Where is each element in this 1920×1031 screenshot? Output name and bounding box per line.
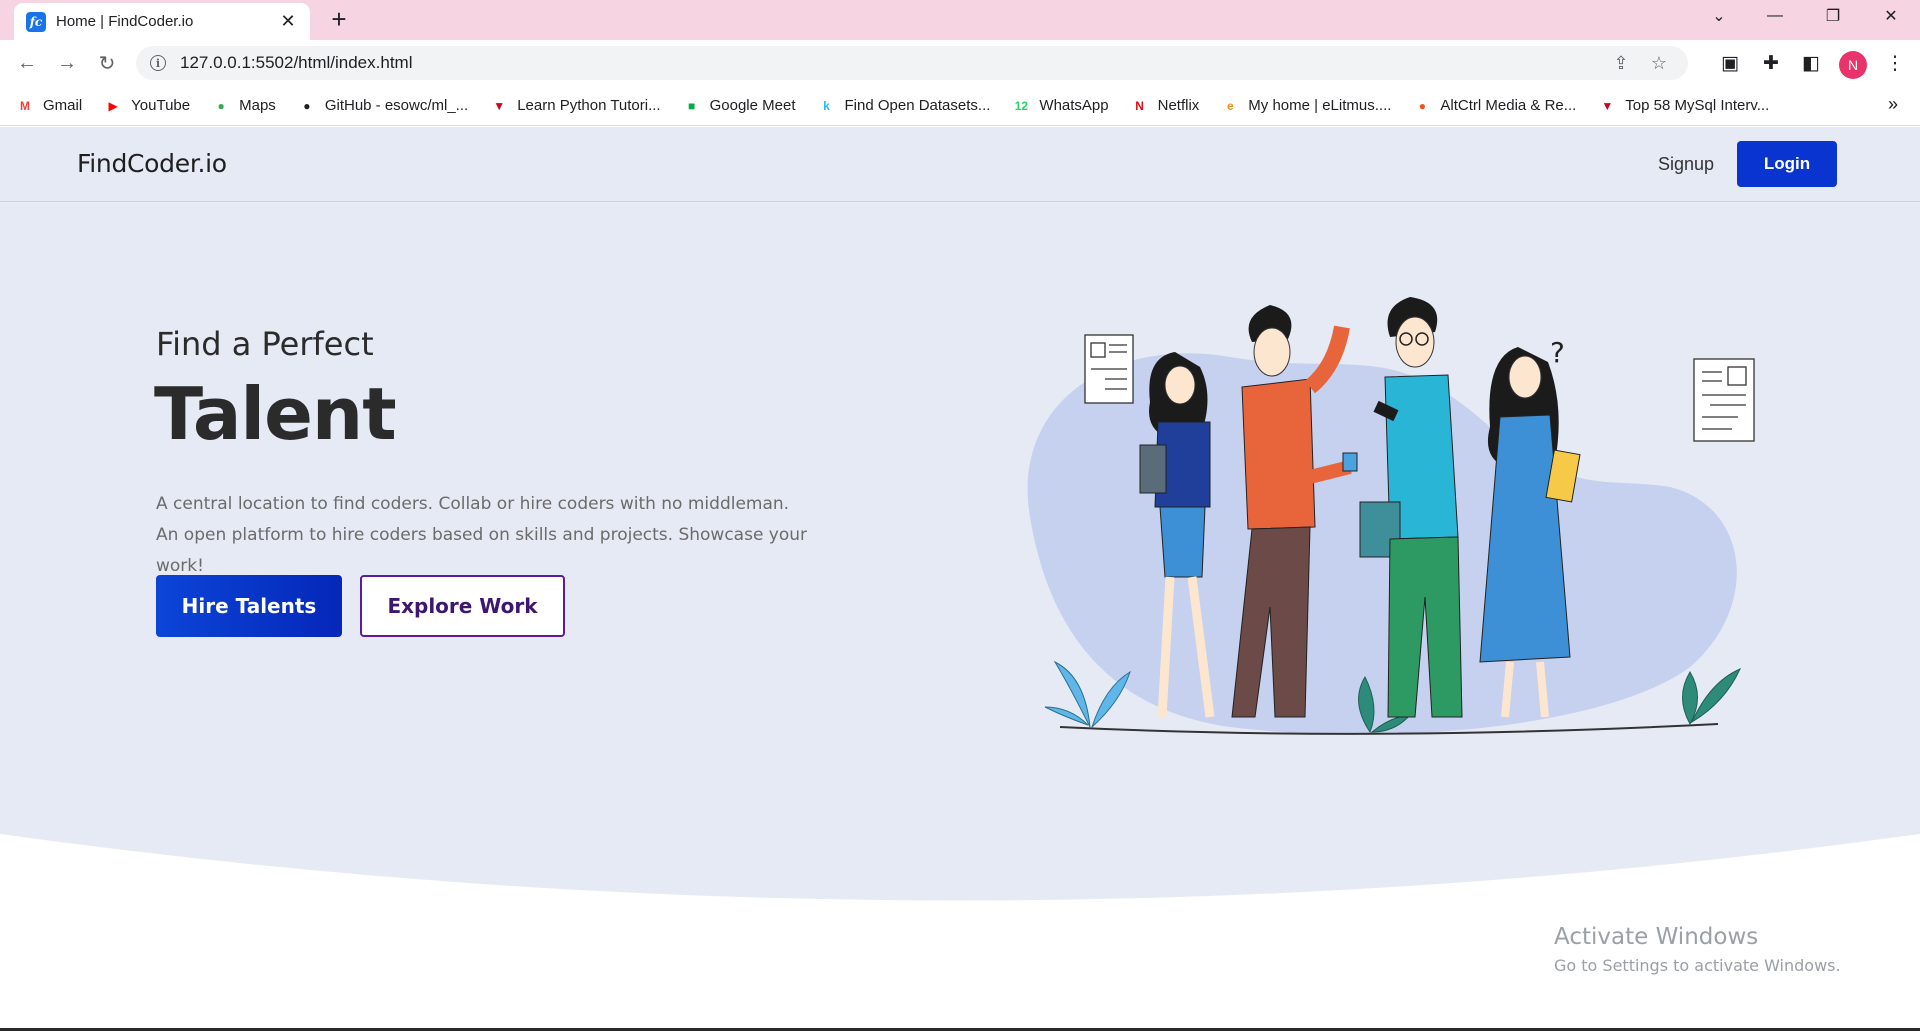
- hero-subtitle: Find a Perfect: [156, 325, 374, 363]
- hero-illustration: ?: [1027, 297, 1755, 735]
- tab-close-icon[interactable]: ✕: [278, 11, 298, 32]
- watermark-subtitle: Go to Settings to activate Windows.: [1554, 956, 1841, 975]
- bookmark-item[interactable]: ● Maps: [212, 97, 276, 115]
- bookmark-label: GitHub - esowc/ml_...: [324, 97, 469, 114]
- google-meet-icon: ■: [687, 98, 696, 113]
- whatsapp-icon: 12: [1014, 98, 1029, 113]
- gmail-icon: M: [20, 98, 30, 113]
- elitmus-icon: e: [1226, 98, 1234, 113]
- minimize-button[interactable]: —: [1748, 0, 1802, 32]
- bookmark-item[interactable]: ● GitHub - esowc/ml_...: [298, 97, 468, 115]
- bookmark-label: Gmail: [43, 97, 83, 114]
- bookmark-label: My home | eLitmus....: [1248, 97, 1392, 114]
- bookmark-label: Find Open Datasets...: [844, 97, 991, 114]
- brand-logo[interactable]: FindCoder.io: [77, 149, 227, 178]
- tab-title: Home | FindCoder.io: [56, 13, 194, 30]
- bookmark-label: Google Meet: [709, 97, 796, 114]
- bookmark-label: Learn Python Tutori...: [517, 97, 661, 114]
- browser-toolbar: ← → ↻ i 127.0.0.1:5502/html/index.html ⇪…: [0, 40, 1920, 86]
- youtube-icon: ▶: [108, 98, 118, 113]
- bookmark-item[interactable]: ● AltCtrl Media & Re...: [1413, 97, 1577, 115]
- maps-icon: ●: [217, 98, 225, 113]
- web-page: FindCoder.io Signup Login Find a Perfect…: [0, 127, 1920, 1031]
- bookmark-item[interactable]: k Find Open Datasets...: [818, 97, 991, 115]
- tab-search-chevron-icon[interactable]: ⌄: [1692, 0, 1746, 32]
- bookmark-label: YouTube: [131, 97, 191, 114]
- svg-text:?: ?: [1550, 336, 1565, 369]
- hero-title: Talent: [154, 372, 397, 456]
- netflix-icon: N: [1135, 98, 1144, 113]
- signup-link[interactable]: Signup: [1658, 154, 1714, 175]
- profile-avatar[interactable]: N: [1839, 51, 1867, 79]
- bookmark-label: Top 58 MySql Interv...: [1625, 97, 1770, 114]
- forward-arrow-icon[interactable]: →: [52, 48, 82, 78]
- bookmark-item[interactable]: N Netflix: [1131, 97, 1200, 115]
- side-panel-icon[interactable]: ◧: [1796, 48, 1826, 78]
- github-icon: ●: [303, 98, 311, 113]
- watermark-title: Activate Windows: [1554, 924, 1759, 950]
- new-tab-button[interactable]: +: [324, 4, 354, 34]
- altctrl-icon: ●: [1418, 98, 1427, 113]
- reload-icon[interactable]: ↻: [92, 48, 122, 78]
- bookmarks-bar: M Gmail ▶ YouTube ● Maps ● GitHub - esowc/ml_..…: [0, 86, 1920, 126]
- browser-tab[interactable]: fc Home | FindCoder.io ✕: [14, 3, 310, 40]
- login-button[interactable]: Login: [1737, 141, 1837, 187]
- resume-card-right: [1693, 358, 1755, 442]
- bookmark-label: Maps: [239, 97, 276, 114]
- learn-python-icon: ▼: [493, 98, 506, 113]
- bookmarks-overflow-button[interactable]: »: [1888, 94, 1898, 115]
- site-info-icon[interactable]: i: [150, 55, 166, 71]
- bookmark-item[interactable]: ▶ YouTube: [104, 97, 191, 115]
- bookmark-item[interactable]: ■ Google Meet: [683, 97, 796, 115]
- bookmark-item[interactable]: e My home | eLitmus....: [1221, 97, 1391, 115]
- restore-button[interactable]: ❐: [1806, 0, 1860, 32]
- resume-card-left: [1084, 334, 1134, 404]
- kaggle-icon: k: [823, 98, 830, 113]
- browser-tab-strip: fc Home | FindCoder.io ✕ + ⌄ — ❐ ✕: [0, 0, 1920, 40]
- bookmark-label: Netflix: [1157, 97, 1200, 114]
- explore-work-button[interactable]: Explore Work: [360, 575, 565, 637]
- extensions-puzzle-icon[interactable]: ✚: [1756, 48, 1786, 78]
- bookmark-label: WhatsApp: [1039, 97, 1109, 114]
- bookmark-item[interactable]: M Gmail: [16, 97, 82, 115]
- bookmark-label: AltCtrl Media & Re...: [1440, 97, 1577, 114]
- hero-description: A central location to find coders. Colla…: [156, 494, 808, 576]
- url-text[interactable]: 127.0.0.1:5502/html/index.html: [180, 53, 1598, 73]
- site-header: FindCoder.io Signup Login: [0, 127, 1920, 202]
- findcoder-favicon-icon: fc: [26, 11, 46, 32]
- extension-avatar-icon[interactable]: ▣: [1715, 48, 1745, 78]
- address-bar[interactable]: i 127.0.0.1:5502/html/index.html ⇪ ☆: [136, 46, 1688, 80]
- browser-menu-icon[interactable]: ⋮: [1880, 48, 1910, 78]
- bookmark-item[interactable]: ▼ Learn Python Tutori...: [490, 97, 660, 115]
- bookmark-item[interactable]: 12 WhatsApp: [1012, 97, 1109, 115]
- bookmark-star-icon[interactable]: ☆: [1644, 48, 1674, 78]
- close-window-button[interactable]: ✕: [1864, 0, 1918, 32]
- bookmark-item[interactable]: ▼ Top 58 MySql Interv...: [1598, 97, 1769, 115]
- share-icon[interactable]: ⇪: [1606, 48, 1636, 78]
- plant-right: [1682, 668, 1741, 726]
- back-arrow-icon[interactable]: ←: [12, 48, 42, 78]
- hire-talents-button[interactable]: Hire Talents: [156, 575, 342, 637]
- mysql-icon: ▼: [1601, 98, 1614, 113]
- activate-windows-watermark: Activate Windows Go to Settings to activ…: [1554, 924, 1841, 975]
